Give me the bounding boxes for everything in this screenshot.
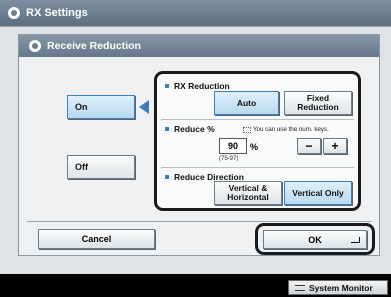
increment-button[interactable]: + [323,138,347,154]
fixed-reduction-button[interactable]: Fixed Reduction [284,91,352,115]
vertical-only-button[interactable]: Vertical Only [284,181,352,205]
numeric-keys-hint: You can use the num. keys. [243,126,329,133]
off-label: Off [75,162,88,172]
enter-icon [351,237,360,243]
reduce-percent-value[interactable]: 90 [219,138,247,154]
bottom-divider [27,221,371,222]
app-titlebar: RX Settings [0,0,391,26]
divider [161,167,354,168]
status-bar: System Monitor [0,274,391,297]
bullet-icon [165,127,169,131]
off-button[interactable]: Off [67,155,135,179]
bullet-icon [165,175,169,179]
numeric-keys-icon [243,126,251,133]
dialog-title: Receive Reduction [47,40,141,52]
app-title: RX Settings [26,7,88,19]
auto-button[interactable]: Auto [214,91,279,115]
system-monitor-button[interactable]: System Monitor [288,280,388,295]
receive-reduction-dialog: Receive Reduction On Off RX Reduction Au… [18,34,380,256]
receive-reduction-icon [29,40,41,52]
decrement-button[interactable]: − [297,138,321,154]
bullet-icon [165,84,169,88]
on-label: On [75,102,88,112]
reduce-percent-label: Reduce % [165,124,215,134]
vertical-horizontal-button[interactable]: Vertical & Horizontal [214,181,282,205]
ok-highlight: OK [255,223,375,255]
percent-range: (75-97) [219,156,239,162]
selection-arrow-icon [139,100,149,114]
percent-unit: % [250,142,259,152]
options-panel: RX Reduction Auto Fixed Reduction Reduce… [154,71,361,211]
divider [161,119,354,120]
ok-button[interactable]: OK [263,230,367,249]
rx-reduction-label: RX Reduction [165,81,230,91]
on-button[interactable]: On [67,95,135,119]
rx-settings-icon [8,7,20,19]
monitor-icon [295,284,305,291]
cancel-button[interactable]: Cancel [38,229,155,249]
screen: RX Settings Receive Reduction On Off RX … [0,0,391,297]
dialog-titlebar: Receive Reduction [19,35,379,57]
